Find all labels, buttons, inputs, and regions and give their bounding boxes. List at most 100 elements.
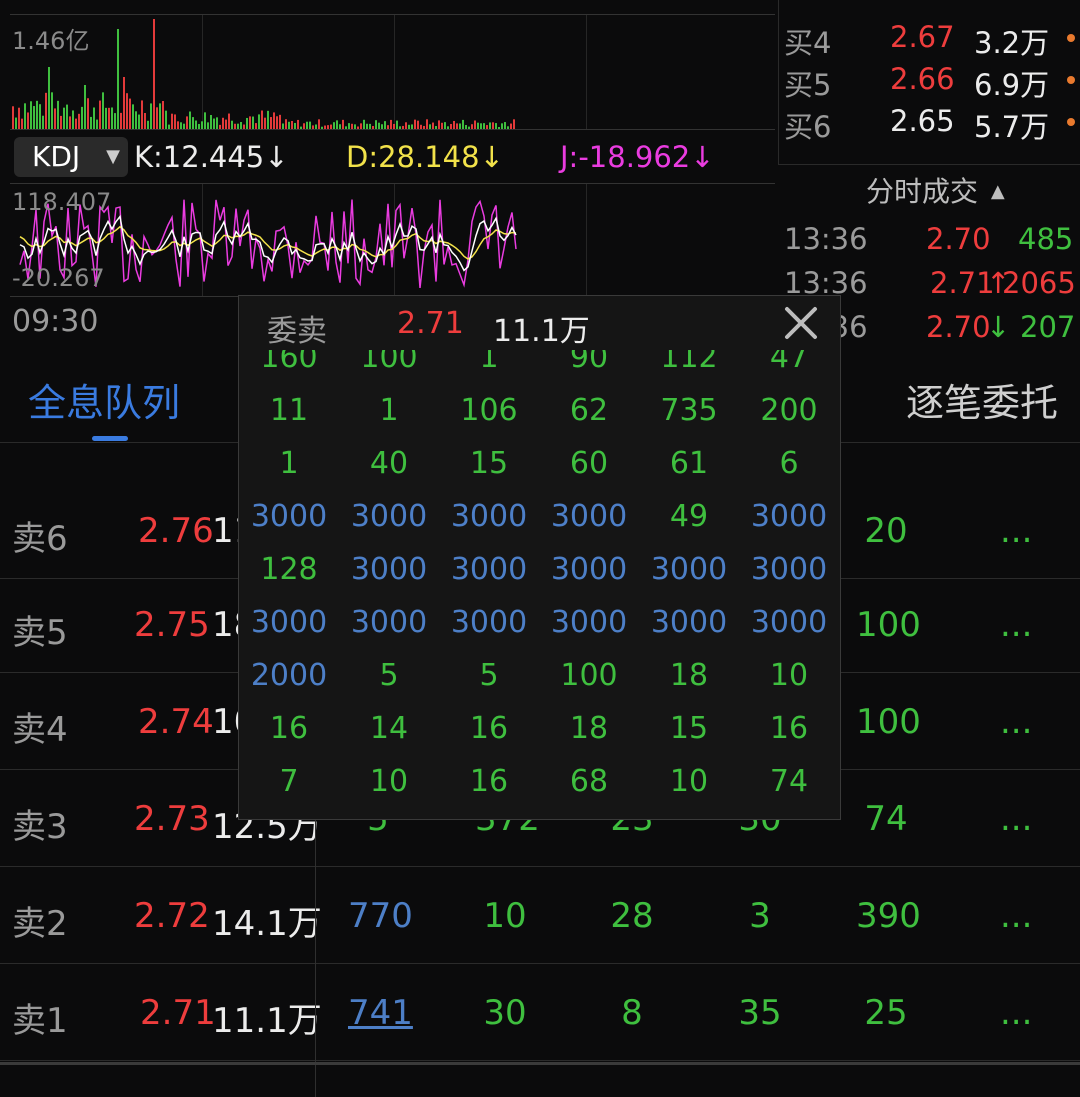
volume-bar — [495, 123, 497, 129]
volume-bar — [306, 121, 308, 129]
popup-header: 委卖 2.71 11.1万 — [239, 296, 842, 350]
more-icon[interactable]: ... — [1000, 993, 1032, 1033]
popup-order-cell: 3000 — [350, 605, 428, 640]
volume-bar — [198, 123, 200, 129]
volume-bar — [279, 114, 281, 129]
volume-bar — [36, 100, 38, 129]
volume-bar — [420, 124, 422, 129]
volume-bar — [324, 125, 326, 129]
volume-bar — [273, 112, 275, 129]
queue-order: 3 — [749, 896, 771, 936]
row-label: 卖3 — [12, 807, 68, 847]
volume-bar — [267, 110, 269, 129]
order-book-row[interactable]: 买6 2.65 5.7万 — [784, 104, 1075, 146]
more-icon[interactable]: ... — [1000, 605, 1032, 645]
volume-bar — [135, 111, 137, 129]
volume-bar — [360, 123, 362, 129]
popup-order-cell: 62 — [569, 393, 609, 428]
row-volume: 11.1万 — [212, 1001, 322, 1041]
table-row[interactable]: 卖2 2.72 14.1万 770 10 28 3 390... — [0, 866, 1080, 964]
order-book-row[interactable]: 买5 2.66 6.9万 — [784, 62, 1075, 104]
volume-bar — [408, 124, 410, 129]
volume-bar — [294, 122, 296, 129]
order-book-row[interactable]: 买4 2.67 3.2万 — [784, 20, 1075, 62]
volume-bar — [108, 107, 110, 129]
volume-bar — [96, 119, 98, 129]
chart-time-start: 09:30 — [12, 304, 99, 339]
volume-bar — [72, 110, 74, 129]
volume-bar — [291, 120, 293, 129]
more-icon[interactable]: ... — [1000, 896, 1032, 936]
more-icon[interactable]: ... — [1000, 702, 1032, 742]
volume-bar — [489, 122, 491, 129]
volume-bar — [465, 125, 467, 129]
volume-bar — [87, 98, 89, 129]
volume-bar — [477, 122, 479, 129]
volume-bar — [486, 125, 488, 129]
volume-bar — [201, 121, 203, 129]
popup-order-cell: 5 — [479, 658, 499, 693]
popup-order-cell: 60 — [569, 446, 609, 481]
indicator-select[interactable]: KDJ ▼ — [14, 137, 128, 177]
volume-bar — [33, 106, 35, 129]
chevron-down-icon: ▼ — [106, 146, 120, 167]
queue-order[interactable]: 741 — [348, 993, 413, 1033]
tab-order-by-order[interactable]: 逐笔委托 — [906, 372, 1058, 427]
row-label: 卖4 — [12, 710, 68, 750]
tab-full-queue[interactable]: 全息队列 — [28, 372, 180, 427]
volume-bar — [156, 107, 158, 129]
popup-order-cell: 3000 — [450, 605, 528, 640]
volume-bar — [231, 120, 233, 129]
volume-bar — [399, 126, 401, 129]
table-row[interactable]: 卖1 2.71 11.1万 741 30 8 35 25... — [0, 963, 1080, 1061]
volume-bar — [348, 123, 350, 129]
volume-bar — [162, 101, 164, 129]
ob-volume: 5.7万 — [974, 110, 1050, 144]
volume-bar — [270, 117, 272, 129]
popup-order-cell: 10 — [669, 764, 709, 799]
volume-bar — [315, 124, 317, 129]
volume-bar — [432, 122, 434, 129]
popup-order-cell: 6 — [779, 446, 799, 481]
order-dot-icon — [1067, 118, 1075, 126]
ob-price: 2.65 — [890, 104, 955, 138]
popup-order-cell: 61 — [669, 446, 709, 481]
volume-bar — [93, 107, 95, 129]
popup-order-cell: 128 — [260, 552, 318, 587]
more-icon[interactable]: ... — [1000, 511, 1032, 551]
volume-bar — [171, 113, 173, 129]
queue-order: 390 — [856, 896, 921, 936]
popup-order-cell: 11 — [269, 393, 309, 428]
volume-bar — [366, 123, 368, 129]
trade-price: 2.70 — [926, 222, 991, 256]
popup-order-cell: 18 — [569, 711, 609, 746]
volume-bar — [384, 121, 386, 129]
trades-header[interactable]: 分时成交 ▲ — [866, 170, 1005, 210]
volume-bar — [339, 124, 341, 129]
volume-bar — [303, 123, 305, 129]
popup-order-cell: 47 — [769, 350, 809, 375]
volume-bar — [132, 104, 134, 129]
popup-order-grid: 160 100 1 90 112 47 11 1 106 62 735 200 1 40 15 60 61 6 30… — [239, 350, 842, 820]
volume-bar — [417, 120, 419, 129]
close-icon[interactable] — [782, 304, 820, 342]
volume-bar — [84, 85, 86, 129]
volume-bar — [372, 125, 374, 129]
trade-volume: 207 — [1020, 310, 1076, 344]
volume-bar — [42, 115, 44, 129]
volume-bar — [144, 112, 146, 129]
queue-detail-popup: 委卖 2.71 11.1万 160 100 1 90 112 47 11 1 106 62 735 2… — [238, 295, 841, 820]
popup-order-cell: 16 — [469, 764, 509, 799]
volume-bar — [189, 111, 191, 129]
volume-bar — [174, 114, 176, 129]
table-bottom-divider — [0, 1062, 1080, 1065]
volume-bar — [30, 101, 32, 129]
volume-bar — [330, 124, 332, 129]
kdj-chart: 118.407 -20.267 — [10, 183, 775, 297]
volume-bar — [123, 77, 125, 129]
popup-order-cell: 16 — [269, 711, 309, 746]
volume-bar — [429, 124, 431, 129]
more-icon[interactable]: ... — [1000, 799, 1032, 839]
popup-order-cell: 74 — [769, 764, 809, 799]
volume-bar — [159, 103, 161, 129]
